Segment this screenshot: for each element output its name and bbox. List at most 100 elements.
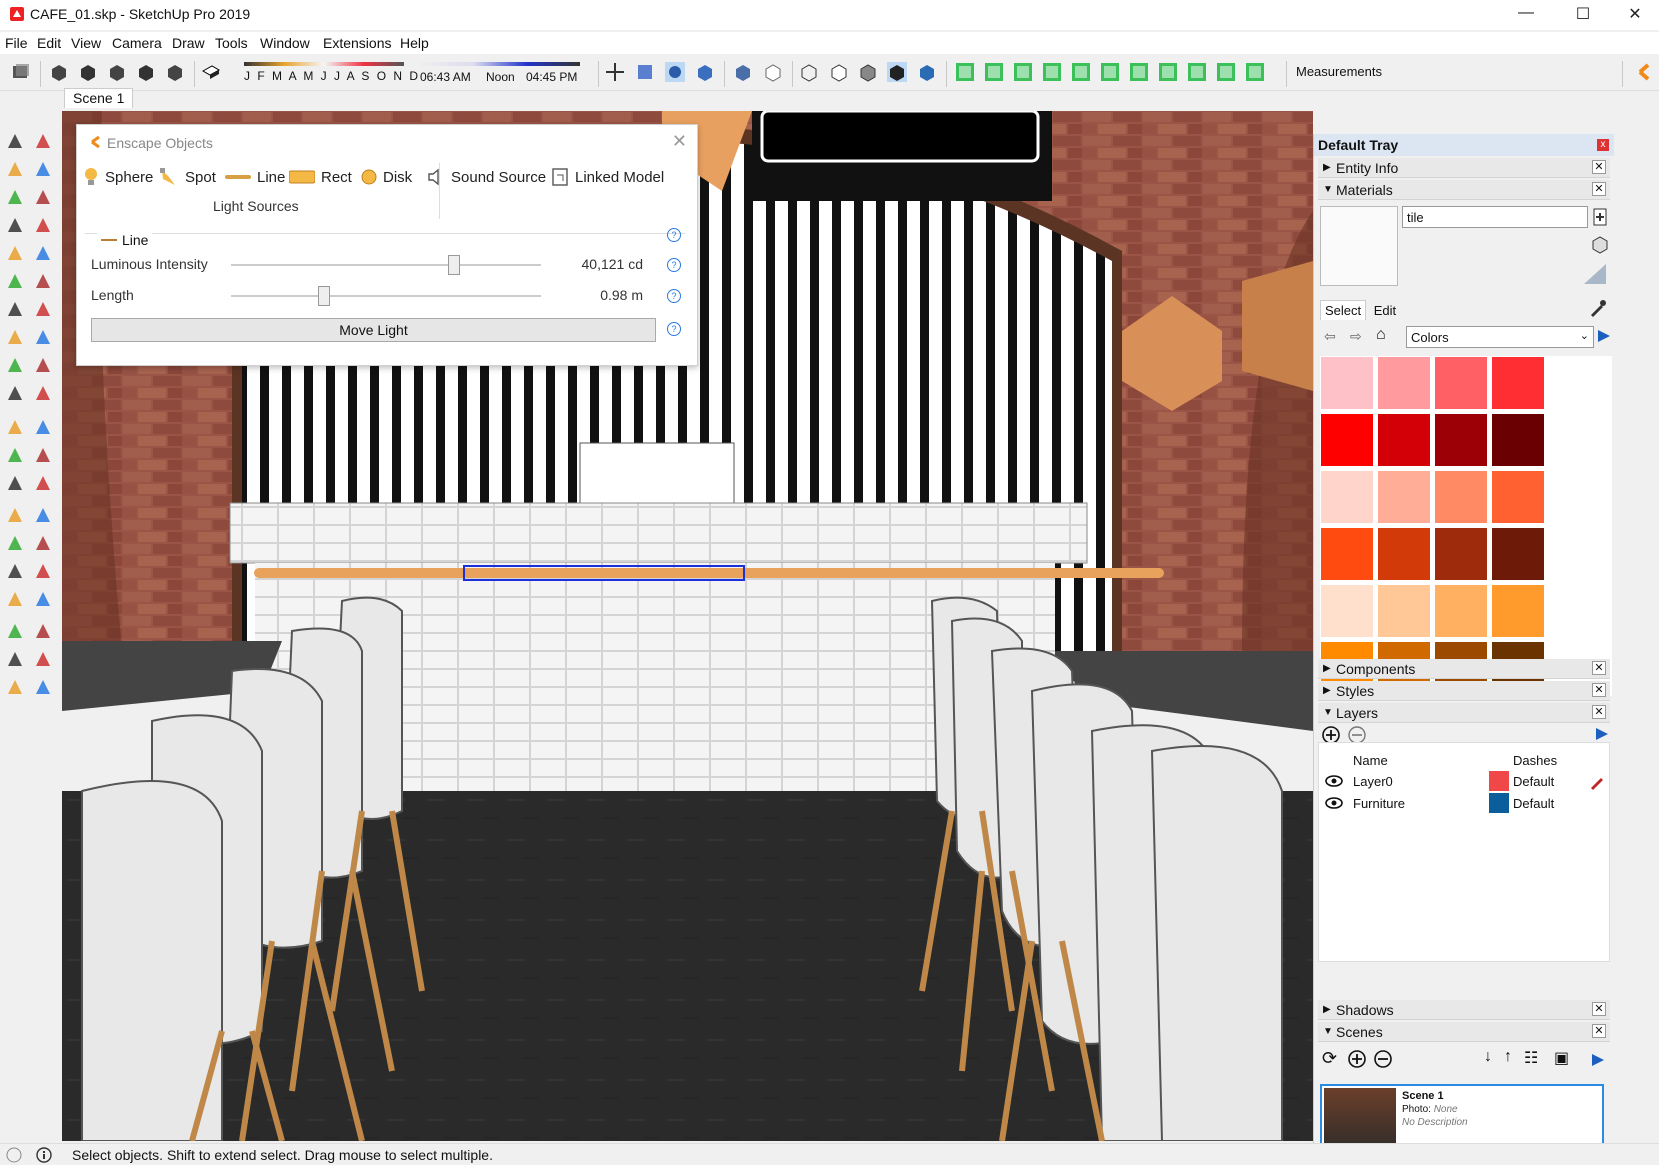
panel-entity-info[interactable]: ▶ Entity Info ✕ [1318,158,1610,178]
menu-edit[interactable]: Edit [37,35,61,51]
previous-icon[interactable] [32,560,54,582]
follow-me-icon[interactable] [32,354,54,376]
sphere-light-button[interactable]: Sphere [83,165,153,189]
enscape-logo-icon[interactable] [1634,61,1656,83]
push-pull-icon[interactable] [32,326,54,348]
hidden-line-icon[interactable] [828,61,850,83]
details-arrow-icon[interactable] [1596,328,1612,344]
color-swatch[interactable] [1377,413,1431,467]
monochrome-icon[interactable] [916,61,938,83]
3d-text-icon[interactable] [32,472,54,494]
text-icon[interactable] [32,444,54,466]
layer-row[interactable]: Furniture Default [1319,793,1611,815]
select-icon[interactable] [4,130,26,152]
scene-details-icon[interactable] [1590,1052,1606,1068]
layer-details-icon[interactable] [1594,726,1610,742]
thumbnail-icon[interactable]: ▣ [1554,1048,1569,1068]
panel-close-button[interactable]: ✕ [1592,705,1606,719]
enscape-tool-7-icon[interactable] [1128,61,1150,83]
color-swatch[interactable] [1491,527,1545,581]
offset-icon[interactable] [32,382,54,404]
ruby-icon[interactable] [32,676,54,698]
maximize-button[interactable]: ☐ [1563,4,1603,26]
menu-view[interactable]: View [71,35,101,51]
layer-color-swatch[interactable] [1489,771,1509,791]
panel-close-button[interactable]: ✕ [1592,182,1606,196]
back-edges-icon[interactable] [762,61,784,83]
help-icon[interactable]: ? [667,322,681,336]
shaded-icon[interactable] [857,61,879,83]
color-swatch[interactable] [1434,584,1488,638]
color-swatch[interactable] [1377,584,1431,638]
color-swatch[interactable] [1320,413,1374,467]
enscape-tool-10-icon[interactable] [1215,61,1237,83]
home-icon[interactable]: ⌂ [1376,326,1386,344]
pencil-icon[interactable] [1589,774,1605,790]
scale-icon[interactable] [4,382,26,404]
arc-icon[interactable] [4,270,26,292]
zoom-icon[interactable] [4,532,26,554]
panel-materials[interactable]: ▼ Materials ✕ [1318,180,1610,200]
rect-light-button[interactable]: Rect [289,165,352,189]
axes-icon[interactable] [4,472,26,494]
section-plane-icon[interactable] [634,61,656,83]
enscape-tool-9-icon[interactable] [1186,61,1208,83]
scene-tab-1[interactable]: Scene 1 [64,88,134,108]
layer-dash[interactable]: Default [1513,796,1554,811]
color-swatch[interactable] [1434,527,1488,581]
panel-close-button[interactable]: ✕ [1592,1024,1606,1038]
protractor-icon[interactable] [4,444,26,466]
geo-location-icon[interactable] [6,1147,22,1163]
arc-3pt-icon[interactable] [4,298,26,320]
help-icon[interactable]: ? [667,228,681,242]
length-slider[interactable] [231,286,541,306]
color-swatch[interactable] [1377,527,1431,581]
layout-icon[interactable] [4,676,26,698]
dialog-close-button[interactable]: ✕ [672,131,687,152]
paint-bucket-icon[interactable] [4,158,26,180]
eye-icon[interactable] [1325,774,1343,788]
panel-close-button[interactable]: ✕ [1592,661,1606,675]
minimize-button[interactable]: — [1506,4,1546,26]
enscape-tool-11-icon[interactable] [1244,61,1266,83]
rotated-rect-icon[interactable] [32,214,54,236]
color-swatch[interactable] [1491,356,1545,410]
color-swatch[interactable] [1320,527,1374,581]
shadows-icon[interactable] [200,61,222,83]
move-light-button[interactable]: Move Light [91,318,656,342]
zoom-extents-icon[interactable] [4,560,26,582]
panel-layers[interactable]: ▼ Layers ✕ [1318,703,1610,723]
forward-arrow-icon[interactable]: ⇨ [1350,328,1362,345]
enscape-tool-1-icon[interactable] [954,61,976,83]
orbit-icon[interactable] [4,504,26,526]
menu-camera[interactable]: Camera [112,35,162,51]
tab-select[interactable]: Select [1320,300,1367,320]
rectangle-icon[interactable] [4,214,26,236]
freehand-icon[interactable] [32,186,54,208]
panel-close-button[interactable]: ✕ [1592,683,1606,697]
create-material-icon[interactable] [1592,208,1608,226]
move-scene-down-icon[interactable]: ↓ [1484,1048,1492,1066]
color-swatch[interactable] [1491,413,1545,467]
tab-edit[interactable]: Edit [1370,301,1400,320]
color-swatch[interactable] [1434,356,1488,410]
color-swatch[interactable] [1491,584,1545,638]
line-light-button[interactable]: Line [225,165,285,189]
layer-row[interactable]: Layer0 Default [1319,771,1611,793]
tray-close-button[interactable]: x [1597,139,1609,151]
axes-icon[interactable] [604,61,626,83]
xray-icon[interactable] [732,61,754,83]
info-icon[interactable] [36,1147,52,1163]
section-cut-icon[interactable] [664,61,686,83]
disk-light-button[interactable]: Disk [361,165,412,189]
shaded-textures-icon[interactable] [886,61,908,83]
panel-styles[interactable]: ▶ Styles ✕ [1318,681,1610,701]
component-icon[interactable] [32,130,54,152]
eye-icon[interactable] [1325,796,1343,810]
material-library-select[interactable]: Colors ⌄ [1406,326,1594,348]
remove-scene-icon[interactable] [1374,1050,1392,1068]
panel-close-button[interactable]: ✕ [1592,160,1606,174]
eraser-icon[interactable] [32,158,54,180]
tape-measure-icon[interactable] [4,416,26,438]
menu-tools[interactable]: Tools [215,35,248,51]
